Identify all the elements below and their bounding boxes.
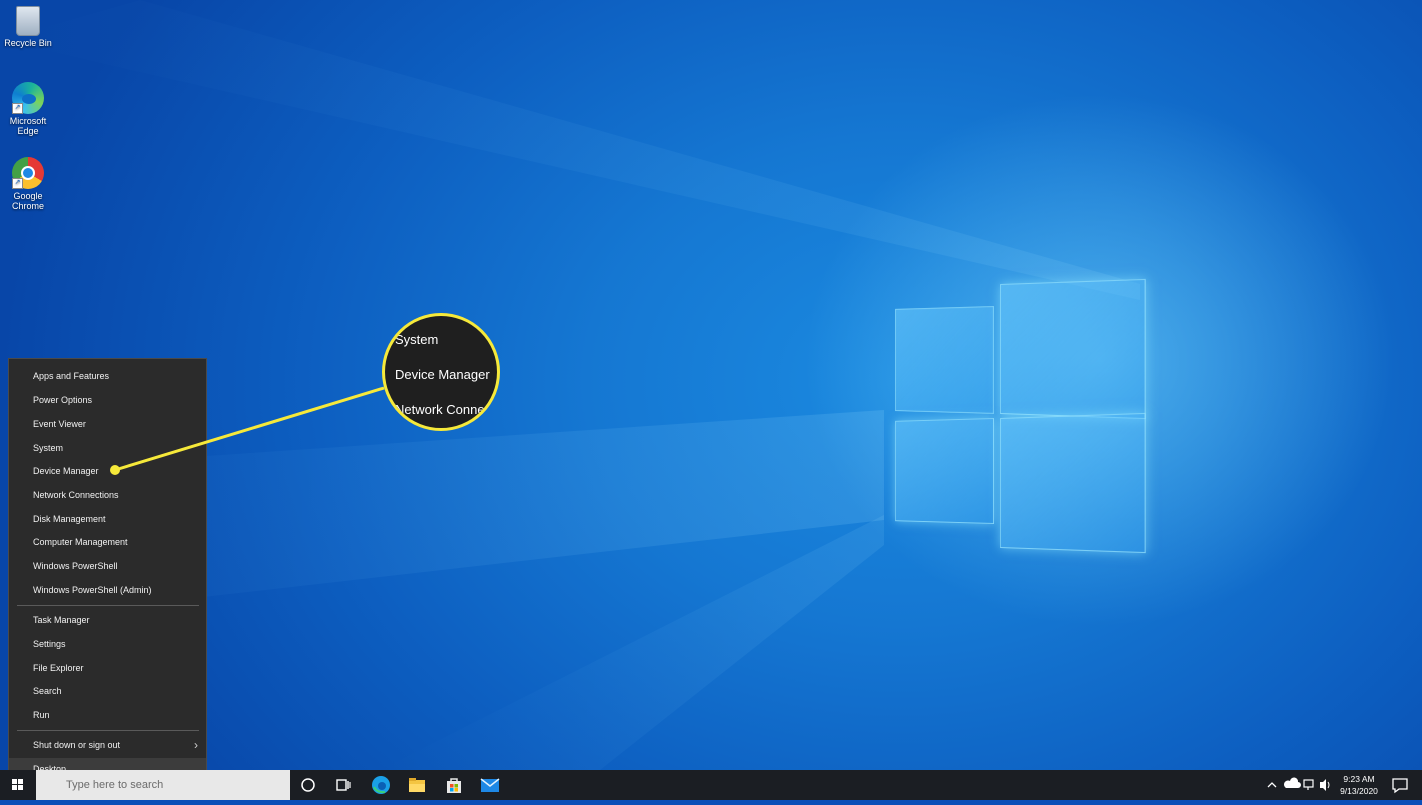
wallpaper-light-beams (0, 0, 1140, 770)
menu-item-windows-powershell[interactable]: Windows PowerShell (9, 555, 206, 577)
menu-item-file-explorer[interactable]: File Explorer (9, 657, 206, 679)
menu-item-event-viewer[interactable]: Event Viewer (9, 413, 206, 435)
menu-item-power-options[interactable]: Power Options (9, 389, 206, 411)
magnified-text-device-manager: Device Manager (395, 367, 490, 382)
menu-item-computer-management[interactable]: Computer Management (9, 531, 206, 553)
edge-taskbar-icon[interactable] (371, 775, 391, 795)
menu-item-system[interactable]: System (9, 437, 206, 459)
taskbar: Type here to search 9:23 AM 9/13/2020 (0, 770, 1422, 800)
volume-icon (1320, 779, 1326, 791)
menu-item-disk-management[interactable]: Disk Management (9, 508, 206, 530)
mail-icon[interactable] (480, 775, 500, 795)
start-button[interactable] (0, 770, 36, 800)
magnified-text-network-connections: Network Conne (395, 402, 485, 417)
system-tray (1262, 770, 1334, 800)
callout-magnifier: System Device Manager Network Conne (382, 313, 500, 431)
desktop-icon-recycle-bin[interactable]: Recycle Bin (4, 6, 52, 48)
chevron-up-icon (1267, 782, 1277, 788)
desktop-icon-label: Recycle Bin (4, 38, 52, 48)
menu-item-network-connections[interactable]: Network Connections (9, 484, 206, 506)
cortana-icon[interactable] (298, 775, 318, 795)
clock-date: 9/13/2020 (1340, 786, 1378, 796)
winx-context-menu: Apps and Features Power Options Event Vi… (8, 358, 207, 786)
desktop-icon-chrome[interactable]: ↗ Google Chrome (4, 157, 52, 211)
menu-item-run[interactable]: Run (9, 704, 206, 726)
store-icon[interactable] (444, 775, 464, 795)
taskbar-search-box[interactable]: Type here to search (36, 770, 290, 800)
clock-time: 9:23 AM (1343, 774, 1375, 784)
edge-icon: ↗ (12, 82, 44, 114)
network-icon (1303, 779, 1314, 788)
desktop-icon-edge[interactable]: ↗ Microsoft Edge (4, 82, 52, 136)
menu-item-search[interactable]: Search (9, 680, 206, 702)
recycle-bin-icon (16, 6, 40, 36)
shortcut-arrow-icon: ↗ (12, 178, 23, 189)
chrome-icon: ↗ (12, 157, 44, 189)
menu-item-windows-powershell-admin[interactable]: Windows PowerShell (Admin) (9, 579, 206, 601)
menu-separator (17, 730, 199, 731)
magnified-text-system: System (395, 332, 439, 347)
task-view-icon[interactable] (333, 775, 353, 795)
taskbar-clock[interactable]: 9:23 AM 9/13/2020 (1334, 773, 1384, 797)
action-center-icon[interactable] (1390, 775, 1410, 795)
desktop-icon-label: Microsoft Edge (9, 116, 47, 136)
desktop-icon-label: Google Chrome (11, 191, 44, 211)
menu-item-shut-down-or-sign-out[interactable]: Shut down or sign out › (9, 734, 206, 756)
menu-item-apps-and-features[interactable]: Apps and Features (9, 365, 206, 387)
desktop-wallpaper: Recycle Bin ↗ Microsoft Edge ↗ Google Ch… (0, 0, 1422, 770)
menu-item-label: Shut down or sign out (33, 740, 121, 750)
file-explorer-icon[interactable] (407, 775, 427, 795)
menu-separator (17, 605, 199, 606)
menu-item-device-manager[interactable]: Device Manager (9, 460, 206, 482)
windows-logo-graphic (884, 278, 1146, 554)
shortcut-arrow-icon: ↗ (12, 103, 23, 114)
menu-item-task-manager[interactable]: Task Manager (9, 609, 206, 631)
onedrive-cloud-icon (1283, 777, 1301, 788)
windows-start-icon (12, 779, 23, 790)
chevron-right-icon: › (194, 738, 198, 752)
menu-item-settings[interactable]: Settings (9, 633, 206, 655)
